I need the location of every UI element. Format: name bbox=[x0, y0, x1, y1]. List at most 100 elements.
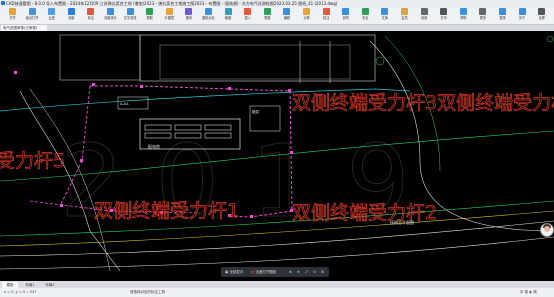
gear-icon bbox=[420, 8, 428, 15]
toolbar-button-22[interactable]: 打印 bbox=[435, 8, 452, 23]
toolbar-button-16[interactable]: 批注 bbox=[318, 8, 335, 23]
frame-top bbox=[139, 34, 376, 82]
toolbar-label: 测量统计 bbox=[104, 16, 117, 20]
show-all-icon: ▣ bbox=[225, 270, 229, 274]
toolbar-button-26[interactable]: 关于 bbox=[514, 8, 531, 23]
toolbar-button-17[interactable]: 协同 bbox=[337, 8, 354, 23]
toolbar-label: 文库 bbox=[381, 16, 389, 20]
toolbar-button-13[interactable]: 表格 bbox=[259, 8, 276, 23]
toolbar-button-3[interactable]: 测量 bbox=[63, 8, 80, 23]
status-bar: x = 0, y = 0 :: 547 请选择对应的标注工具 中 英 ◐ 简 bbox=[0, 288, 554, 297]
toolbar-label: 会员 bbox=[401, 16, 408, 20]
zoom-in-icon[interactable]: ⊕ bbox=[289, 269, 292, 275]
room-label-2: A-AA bbox=[120, 102, 129, 106]
settings-icon[interactable]: ⚙ bbox=[321, 269, 324, 275]
toolbar-button-7[interactable]: 提取 bbox=[141, 8, 158, 23]
cable-route-1 bbox=[90, 85, 291, 92]
toolbar-button-12[interactable]: 插入 bbox=[239, 8, 256, 23]
toolbar-button-14[interactable]: 编辑 bbox=[278, 8, 295, 23]
app-logo-icon bbox=[1, 1, 5, 5]
compare-icon bbox=[205, 8, 212, 15]
collab-icon bbox=[342, 8, 350, 15]
toolbar-label: 协同 bbox=[342, 16, 349, 20]
drawing-canvas[interactable]: 2 0 1 9 双侧终端受力杆3双侧终端受力杆4 受力杆5 双侧终端受力杆1 双… bbox=[0, 31, 554, 281]
cloud-icon bbox=[48, 8, 56, 15]
toolbar-button-6[interactable]: 文字查找 bbox=[122, 8, 139, 23]
toolbar-label: 云盘 bbox=[48, 16, 55, 20]
help-icon bbox=[459, 8, 467, 15]
layers-icon bbox=[165, 8, 173, 15]
toolbar-label: 插入 bbox=[244, 16, 251, 20]
coords-readout: x = 0, y = 0 :: 547 bbox=[4, 290, 37, 294]
toolbar-button-10[interactable]: 图纸对比 bbox=[200, 8, 217, 23]
toolbar-button-4[interactable]: 标注 bbox=[82, 8, 99, 23]
library-icon bbox=[381, 8, 389, 15]
toolbar-label: 测量 bbox=[68, 16, 75, 20]
annotation-icon bbox=[87, 8, 95, 15]
toolbar-button-8[interactable]: 分图层 bbox=[161, 8, 178, 23]
toolbar-button-5[interactable]: 测量统计 bbox=[102, 8, 119, 23]
toolbar-label: 安全 bbox=[362, 16, 369, 20]
toolbar-button-18[interactable]: 安全 bbox=[357, 8, 374, 23]
frame-upper-left bbox=[59, 34, 141, 81]
block-icon bbox=[185, 8, 193, 15]
toolbar-button-11[interactable]: 截图 bbox=[220, 8, 237, 23]
toolbar-label: 最近打开 bbox=[25, 16, 39, 20]
rotate-icon[interactable]: ↻ bbox=[313, 269, 316, 275]
toolbar-button-20[interactable]: 会员 bbox=[396, 8, 413, 23]
annotation-left: 受力杆5 bbox=[0, 150, 65, 172]
toolbar-label: 更多 bbox=[479, 16, 487, 20]
table-icon bbox=[263, 8, 271, 15]
room-label-3: 箱变 bbox=[252, 109, 260, 114]
toolbar-label: 关于 bbox=[518, 16, 526, 20]
toolbar-label: 图纸对比 bbox=[202, 16, 215, 20]
toolbar-button-25[interactable]: 登录 bbox=[494, 8, 511, 23]
insert-icon bbox=[244, 8, 252, 15]
toolbar-button-0[interactable]: 打开 bbox=[4, 8, 21, 23]
text-search-icon bbox=[126, 8, 134, 15]
toolbar-label: 计算 bbox=[303, 16, 310, 20]
zoom-out-icon[interactable]: ⊖ bbox=[297, 269, 300, 275]
floating-toolbar: ▣ 全部显示 ▦ 迅速打开图纸 ⊕ ⊖ ⤢ ↻ ⚙ bbox=[221, 267, 329, 277]
ime-indicator: 中 英 ◐ 简 bbox=[520, 290, 537, 294]
toolbar-label: 分图层 bbox=[164, 16, 175, 20]
show-all-button[interactable]: ▣ 全部显示 bbox=[225, 269, 243, 275]
toolbar-label: 打印 bbox=[440, 16, 447, 20]
toolbar-button-24[interactable]: 更多 bbox=[474, 8, 491, 23]
toolbar-button-15[interactable]: 计算 bbox=[298, 8, 315, 23]
toolbar-label: 提取 bbox=[146, 16, 153, 20]
edit-icon bbox=[283, 8, 291, 15]
fullscreen-icon bbox=[538, 8, 546, 15]
toolbar-label: 文字查找 bbox=[123, 16, 137, 20]
room-label-1: 配电房 bbox=[148, 143, 160, 149]
vip-icon bbox=[401, 8, 408, 15]
shield-icon bbox=[361, 8, 369, 15]
status-tip: 请选择对应的标注工具 bbox=[130, 290, 165, 294]
layout-tabs: 模型 布局1 布局2 bbox=[0, 281, 554, 288]
toolbar-button-21[interactable]: 设置 bbox=[416, 8, 433, 23]
info-icon bbox=[518, 8, 526, 15]
toolbar-button-2[interactable]: 云盘 bbox=[43, 8, 60, 23]
toolbar-label: 设置 bbox=[420, 16, 428, 20]
toolbar-button-1[interactable]: 最近打开 bbox=[24, 8, 41, 23]
more-icon bbox=[479, 8, 487, 15]
window-title: CAD快速看图 - 8.0.0 导入布置图 - 2024年12月09 江苏弹丸奖… bbox=[6, 1, 338, 6]
toolbar-button-23[interactable]: 帮助 bbox=[455, 8, 472, 23]
toolbar-button-27[interactable]: 全屏 bbox=[533, 8, 550, 23]
fit-icon[interactable]: ⤢ bbox=[305, 269, 308, 275]
quick-open-button[interactable]: ▦ 迅速打开图纸 bbox=[251, 269, 276, 275]
print-icon bbox=[440, 8, 448, 15]
comment-icon bbox=[322, 8, 330, 15]
ruler-icon bbox=[67, 8, 75, 15]
toolbar-button-9[interactable]: 图块 bbox=[180, 8, 197, 23]
toolbar-label: 打开 bbox=[9, 16, 16, 20]
cad-drawing: 2 0 1 9 双侧终端受力杆3双侧终端受力杆4 受力杆5 双侧终端受力杆1 双… bbox=[0, 34, 554, 272]
toolbar-label: 帮助 bbox=[460, 16, 467, 20]
toolbar-button-19[interactable]: 文库 bbox=[376, 8, 393, 23]
assistant-avatar[interactable] bbox=[540, 223, 554, 237]
main-toolbar: 打开 最近打开 云盘 测量 标注 测量统计 文字查找 提取 分图层 图块 图纸对比 截图 插入 表格 编辑 计… bbox=[0, 7, 554, 25]
avatar-face-icon bbox=[544, 226, 550, 232]
extract-icon bbox=[146, 8, 154, 15]
annotation-top-right: 双侧终端受力杆3双侧终端受力杆4 bbox=[292, 92, 554, 114]
toolbar-label: 批注 bbox=[322, 16, 330, 20]
